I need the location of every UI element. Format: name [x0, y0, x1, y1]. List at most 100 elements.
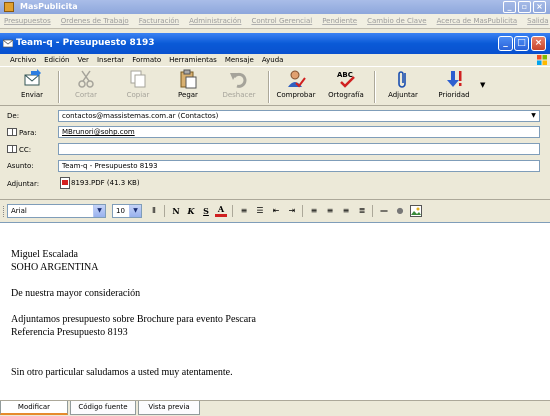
toolbar-separator — [268, 71, 270, 103]
message-window-titlebar: Team-q - Presupuesto 8193 _ □ × — [0, 33, 550, 54]
align-left-icon[interactable]: ≡ — [308, 205, 320, 217]
cc-field[interactable] — [58, 143, 540, 155]
outer-menubar: Presupuestos Ordenes de Trabajo Facturac… — [0, 14, 550, 29]
menu-herramientas[interactable]: Herramientas — [169, 54, 217, 66]
menu-edicion[interactable]: Edición — [44, 54, 69, 66]
format-separator — [164, 205, 165, 217]
hyperlink-icon[interactable]: ● — [394, 205, 406, 217]
insert-image-icon[interactable] — [410, 205, 422, 217]
outer-menu-salida[interactable]: Salida — [527, 17, 548, 28]
from-value: contactos@massistemas.com.ar (Contactos) — [62, 112, 219, 120]
outer-close-button[interactable]: × — [533, 1, 546, 13]
font-size-select[interactable]: 10 ▼ — [112, 204, 142, 218]
outer-window-title: MasPublicita — [20, 2, 78, 11]
paperclip-icon — [398, 71, 406, 88]
from-dropdown-icon[interactable]: ▼ — [528, 111, 539, 121]
align-center-icon[interactable]: ≡ — [324, 205, 336, 217]
check-names-icon — [288, 70, 306, 88]
attachment-item[interactable]: 8193.PDF (41.3 KB) — [71, 179, 140, 187]
outer-menu-administracion[interactable]: Administración — [189, 17, 241, 28]
minimize-button[interactable]: _ — [498, 36, 513, 51]
to-label-wrap[interactable]: Para: — [7, 128, 37, 137]
spelling-button[interactable]: ABC Ortografía — [324, 69, 368, 105]
bullet-list-icon[interactable]: ☰ — [254, 205, 266, 217]
undo-label: Deshacer — [222, 91, 256, 99]
undo-button[interactable]: Deshacer — [218, 69, 260, 105]
tab-codigo-fuente[interactable]: Código fuente — [70, 401, 136, 415]
outer-menu-ordenes[interactable]: Ordenes de Trabajo — [61, 17, 129, 28]
toolbar-grip — [3, 206, 5, 217]
tab-label: Vista previa — [148, 403, 190, 411]
attach-button[interactable]: Adjuntar — [382, 69, 424, 105]
toolbar-separator — [374, 71, 376, 103]
horizontal-line-icon[interactable]: — — [378, 205, 390, 217]
send-label: Enviar — [20, 91, 44, 99]
paste-button[interactable]: Pegar — [168, 69, 208, 105]
to-field[interactable]: MBrunori@sohp.com — [58, 126, 540, 138]
app-icon — [4, 2, 14, 12]
menu-archivo[interactable]: Archivo — [10, 54, 36, 66]
justify-icon[interactable]: ≣ — [356, 205, 368, 217]
font-size-dropdown-icon[interactable]: ▼ — [129, 205, 141, 217]
tab-label: Código fuente — [78, 403, 128, 411]
outdent-icon[interactable]: ⇤ — [270, 205, 282, 217]
message-body-editor[interactable]: Miguel Escalada SOHO ARGENTINA De nuestr… — [0, 222, 550, 400]
align-right-icon[interactable]: ≡ — [340, 205, 352, 217]
menubar: Archivo Edición Ver Insertar Formato Her… — [0, 54, 550, 66]
from-field[interactable]: contactos@massistemas.com.ar (Contactos)… — [58, 110, 540, 122]
outer-menu-cambio-clave[interactable]: Cambio de Clave — [367, 17, 426, 28]
clipboard-icon — [180, 69, 197, 89]
outer-menu-presupuestos[interactable]: Presupuestos — [4, 17, 51, 28]
bold-icon[interactable]: N — [170, 205, 182, 217]
outer-minimize-button[interactable]: _ — [503, 1, 516, 13]
body-line: Sin otro particular saludamos a usted mu… — [11, 367, 233, 378]
outer-menu-pendiente[interactable]: Pendiente — [322, 17, 357, 28]
formatting-toolbar: Arial ▼ 10 ▼ Ⅱ N K S A ≡ ☰ ⇤ ⇥ ≡ ≡ ≡ ≣ —… — [0, 199, 550, 221]
menu-mensaje[interactable]: Mensaje — [225, 54, 254, 66]
attach-label: Adjuntar — [388, 91, 418, 99]
from-label: De: — [7, 112, 20, 120]
tab-modificar[interactable]: Modificar — [0, 401, 68, 415]
format-separator — [232, 205, 233, 217]
priority-dropdown-arrow-icon[interactable]: ▼ — [480, 81, 485, 89]
outer-window-titlebar: MasPublicita _ ▫ × — [0, 0, 550, 14]
menu-formato[interactable]: Formato — [132, 54, 161, 66]
outer-menu-acerca[interactable]: Acerca de MasPublicita — [437, 17, 518, 28]
format-separator — [302, 205, 303, 217]
body-line: De nuestra mayor consideración — [11, 288, 141, 299]
outer-menu-facturacion[interactable]: Facturación — [139, 17, 179, 28]
priority-button[interactable]: Prioridad — [432, 69, 476, 105]
menu-ver[interactable]: Ver — [78, 54, 89, 66]
maximize-button[interactable]: □ — [514, 36, 529, 51]
cc-label: CC: — [19, 146, 32, 154]
svg-text:ABC: ABC — [337, 71, 353, 79]
indent-icon[interactable]: ⇥ — [286, 205, 298, 217]
menu-insertar[interactable]: Insertar — [97, 54, 124, 66]
check-names-button[interactable]: Comprobar — [274, 69, 318, 105]
italic-icon[interactable]: K — [185, 205, 197, 217]
paragraph-style-icon[interactable]: Ⅱ — [148, 205, 160, 217]
font-family-select[interactable]: Arial ▼ — [7, 204, 106, 218]
copy-label: Copiar — [126, 91, 150, 99]
font-family-dropdown-icon[interactable]: ▼ — [93, 205, 105, 217]
close-button[interactable]: × — [531, 36, 546, 51]
cc-label-wrap[interactable]: CC: — [7, 145, 31, 154]
tab-vista-previa[interactable]: Vista previa — [138, 401, 200, 415]
outer-menu-control-gerencial[interactable]: Control Gerencial — [251, 17, 312, 28]
attachments-area[interactable]: 8193.PDF (41.3 KB) — [58, 176, 540, 192]
subject-field[interactable]: Team-q - Presupuesto 8193 — [58, 160, 540, 172]
body-line: SOHO ARGENTINA — [11, 262, 99, 273]
font-color-icon[interactable]: A — [215, 205, 227, 217]
menu-ayuda[interactable]: Ayuda — [262, 54, 284, 66]
paste-label: Pegar — [178, 91, 198, 99]
subject-label: Asunto: — [7, 162, 34, 170]
outer-maximize-button[interactable]: ▫ — [518, 1, 531, 13]
underline-icon[interactable]: S — [200, 205, 212, 217]
body-line: Miguel Escalada — [11, 249, 78, 260]
numbered-list-icon[interactable]: ≡ — [238, 205, 250, 217]
copy-button[interactable]: Copiar — [118, 69, 158, 105]
cut-label: Cortar — [75, 91, 97, 99]
cut-button[interactable]: Cortar — [66, 69, 106, 105]
message-window-title: Team-q - Presupuesto 8193 — [16, 38, 155, 48]
send-button[interactable]: Enviar — [12, 69, 52, 105]
